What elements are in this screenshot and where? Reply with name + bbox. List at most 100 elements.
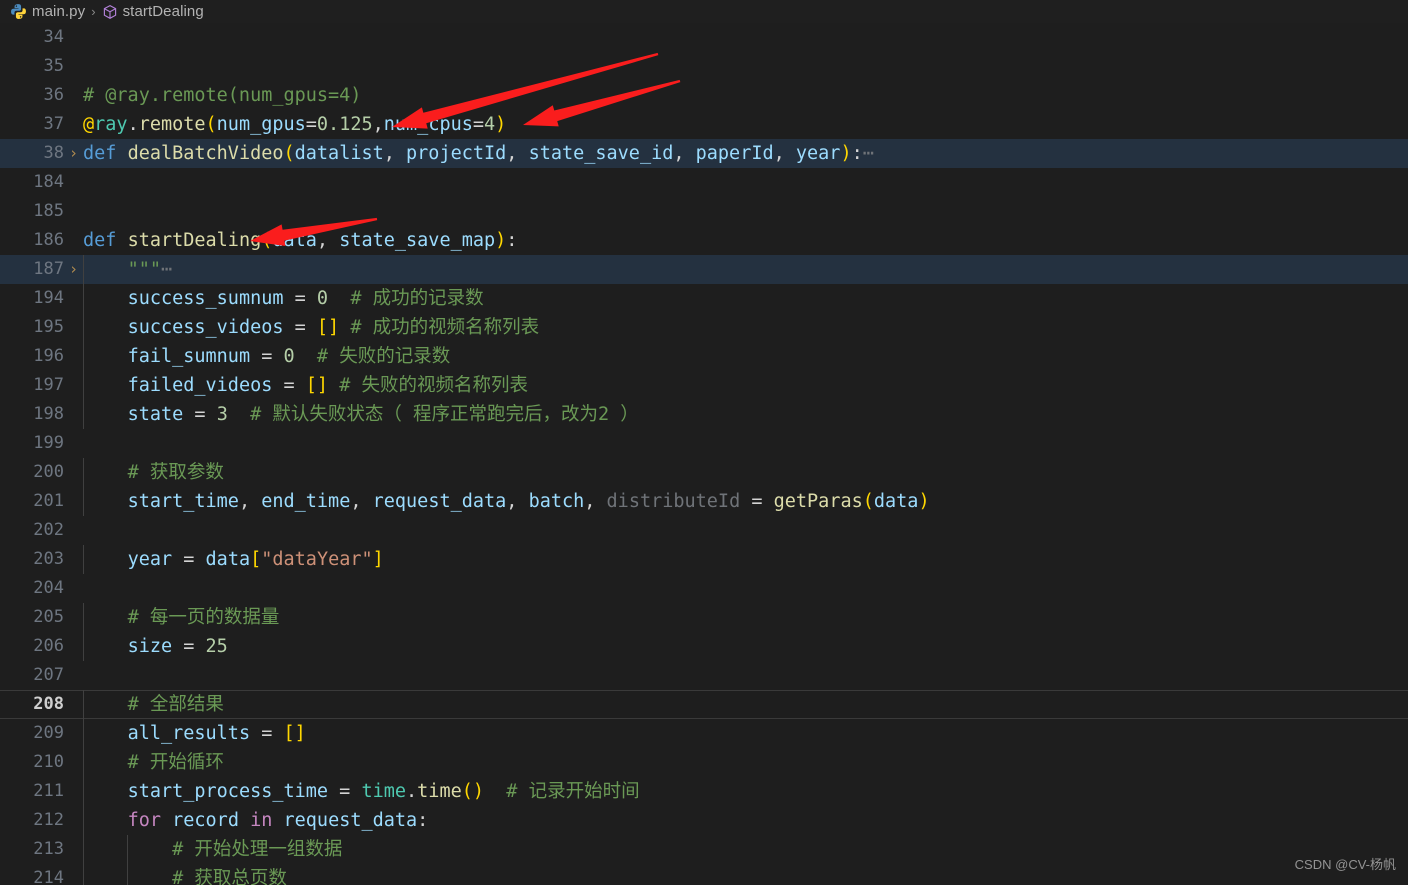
code-line[interactable]: 200 # 获取参数 — [0, 458, 1408, 487]
indent-guide — [83, 545, 84, 574]
code-token: year — [795, 143, 841, 164]
line-number: 194 — [33, 288, 64, 308]
code-line[interactable]: 187 › """⋯ — [0, 255, 1408, 284]
code-token: data — [205, 549, 251, 570]
fold-chevron-icon[interactable]: › — [64, 139, 83, 168]
indent-guide — [83, 603, 84, 632]
indent-guide — [83, 632, 84, 661]
code-token: : — [417, 810, 429, 831]
code-text: fail_sumnum = 0 # 失败的记录数 — [83, 342, 1408, 371]
code-token: # 每一页的数据量 — [127, 607, 280, 628]
code-token: data — [272, 230, 317, 251]
code-line-list: 34 35 36 # @ray.remote(num_gpus=4) 37 @ray.re… — [0, 23, 1408, 885]
breadcrumb-file-label: main.py — [32, 3, 86, 20]
code-text: state = 3 # 默认失败状态（ 程序正常跑完后，改为2 ） — [83, 400, 1408, 429]
code-line[interactable]: 196 fail_sumnum = 0 # 失败的记录数 — [0, 342, 1408, 371]
line-number: 207 — [33, 665, 64, 685]
breadcrumb-item-symbol[interactable]: startDealing — [102, 3, 204, 20]
line-number: 35 — [43, 56, 64, 76]
code-token: 3 — [216, 404, 228, 425]
code-token: ) — [495, 230, 507, 251]
code-line[interactable]: 37 @ray.remote(num_gpus=0.125,num_cpus=4) — [0, 110, 1408, 139]
code-line[interactable]: 210 # 开始循环 — [0, 748, 1408, 777]
code-text: success_sumnum = 0 # 成功的记录数 — [83, 284, 1408, 313]
code-token: = — [283, 288, 317, 309]
code-token: """ — [127, 259, 161, 280]
code-token: failed_videos — [127, 375, 273, 396]
code-line[interactable]: 207 — [0, 661, 1408, 690]
code-token: # 开始循环 — [127, 752, 224, 773]
code-token: # @ray.remote(num_gpus=4) — [83, 85, 362, 106]
code-token: num_cpus — [383, 114, 473, 135]
line-number: 205 — [33, 607, 64, 627]
code-token: year — [127, 549, 173, 570]
code-line[interactable]: 184 — [0, 168, 1408, 197]
code-token: ( — [261, 230, 273, 251]
code-line[interactable]: 201 start_time, end_time, request_data, … — [0, 487, 1408, 516]
code-line[interactable]: 195 success_videos = [] # 成功的视频名称列表 — [0, 313, 1408, 342]
code-token: # 开始处理一组数据 — [172, 839, 343, 860]
code-token: , — [673, 143, 696, 164]
code-token: batch — [528, 491, 585, 512]
code-line[interactable]: 208 # 全部结果 — [0, 690, 1408, 719]
python-file-icon — [10, 3, 27, 20]
code-token: 25 — [205, 636, 228, 657]
code-text: # 全部结果 — [83, 690, 1408, 719]
code-token: request_data — [283, 810, 418, 831]
code-line[interactable]: 38 › def dealBatchVideo(datalist, projectI… — [0, 139, 1408, 168]
code-line[interactable]: 185 — [0, 197, 1408, 226]
code-token: = — [183, 404, 217, 425]
breadcrumb: main.py › startDealing — [0, 0, 1408, 23]
code-line[interactable]: 202 — [0, 516, 1408, 545]
fold-chevron-icon[interactable]: › — [64, 255, 83, 284]
code-token: . — [127, 114, 139, 135]
code-token: # 成功的记录数 — [328, 288, 484, 309]
breadcrumb-item-file[interactable]: main.py — [10, 3, 85, 20]
code-text: start_process_time = time.time() # 记录开始时… — [83, 777, 1408, 806]
code-editor[interactable]: 34 35 36 # @ray.remote(num_gpus=4) 37 @ray.re… — [0, 23, 1408, 885]
code-line[interactable]: 186 def startDealing(data, state_save_map… — [0, 226, 1408, 255]
code-token: , — [584, 491, 607, 512]
code-token: 0 — [316, 288, 329, 309]
code-token: [] — [316, 317, 340, 338]
code-line[interactable]: 36 # @ray.remote(num_gpus=4) — [0, 81, 1408, 110]
code-token: : — [851, 143, 863, 164]
code-line[interactable]: 194 success_sumnum = 0 # 成功的记录数 — [0, 284, 1408, 313]
code-text: """⋯ — [83, 255, 1408, 284]
code-token: def — [83, 143, 128, 164]
code-line[interactable]: 214 # 获取总页数 — [0, 864, 1408, 885]
code-token: for — [127, 810, 173, 831]
code-text: def startDealing(data, state_save_map): — [83, 226, 1408, 255]
code-line[interactable]: 199 — [0, 429, 1408, 458]
code-line[interactable]: 212 for record in request_data: — [0, 806, 1408, 835]
code-token: # 全部结果 — [127, 694, 224, 715]
indent-guide — [83, 313, 84, 342]
code-line[interactable]: 35 — [0, 52, 1408, 81]
code-line[interactable]: 205 # 每一页的数据量 — [0, 603, 1408, 632]
code-line[interactable]: 203 year = data["dataYear"] — [0, 545, 1408, 574]
code-token: # 失败的记录数 — [294, 346, 451, 367]
code-line[interactable]: 209 all_results = [] — [0, 719, 1408, 748]
code-line[interactable]: 197 failed_videos = [] # 失败的视频名称列表 — [0, 371, 1408, 400]
line-number: 186 — [33, 230, 64, 250]
code-line[interactable]: 198 state = 3 # 默认失败状态（ 程序正常跑完后，改为2 ） — [0, 400, 1408, 429]
code-line[interactable]: 34 — [0, 23, 1408, 52]
code-token: = — [250, 346, 284, 367]
line-number: 211 — [33, 781, 64, 801]
code-line[interactable]: 206 size = 25 — [0, 632, 1408, 661]
code-token: time — [417, 781, 462, 802]
code-token: = — [305, 114, 317, 135]
code-line[interactable]: 213 # 开始处理一组数据 — [0, 835, 1408, 864]
code-token: , — [372, 114, 384, 135]
code-text: # 每一页的数据量 — [83, 603, 1408, 632]
code-text: start_time, end_time, request_data, batc… — [83, 487, 1408, 516]
code-line[interactable]: 211 start_process_time = time.time() # 记… — [0, 777, 1408, 806]
indent-guide — [83, 284, 84, 313]
code-token: in — [238, 810, 284, 831]
code-line[interactable]: 204 — [0, 574, 1408, 603]
